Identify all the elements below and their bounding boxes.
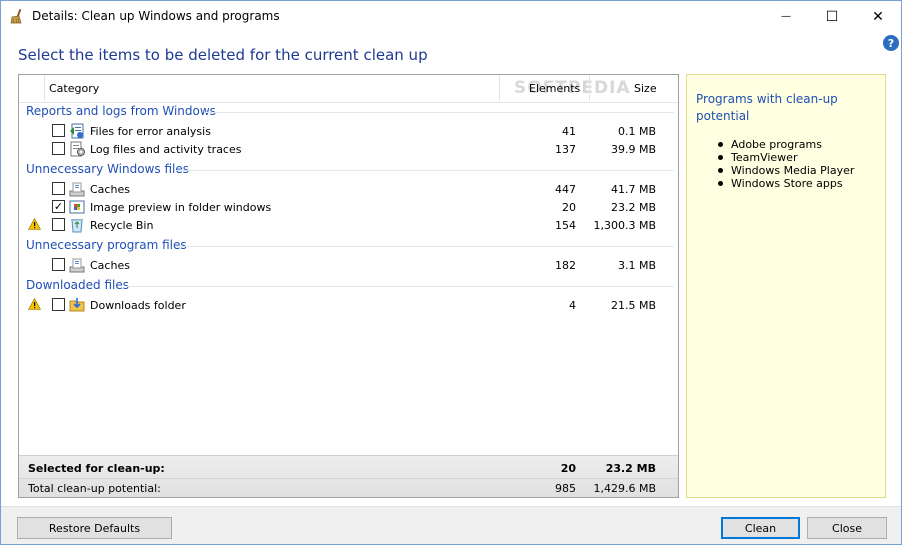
- error-report-icon: [70, 123, 84, 139]
- list-item[interactable]: Caches 447 41.7 MB: [19, 180, 678, 198]
- clean-button[interactable]: Clean: [721, 517, 800, 539]
- list-item[interactable]: Recycle Bin 154 1,300.3 MB: [19, 216, 678, 234]
- total-elements: 985: [555, 482, 576, 495]
- item-label: Image preview in folder windows: [90, 201, 272, 214]
- item-size: 3.1 MB: [617, 259, 656, 272]
- column-divider[interactable]: [499, 75, 500, 101]
- item-size: 39.9 MB: [610, 143, 656, 156]
- item-checkbox[interactable]: [52, 142, 65, 155]
- list-item: TeamViewer: [717, 151, 854, 164]
- broom-icon: [10, 8, 22, 24]
- list-header: Category SOFTPEDIA Elements Size: [19, 75, 678, 103]
- list-item[interactable]: Downloads folder 4 21.5 MB: [19, 296, 678, 314]
- cache-icon: [69, 258, 85, 273]
- close-window-button[interactable]: ✕: [855, 1, 901, 32]
- selected-summary-row: Selected for clean-up: 20 23.2 MB: [19, 459, 678, 478]
- item-elements: 137: [555, 143, 576, 156]
- title-bar[interactable]: Details: Clean up Windows and programs —…: [1, 1, 901, 32]
- warning-icon: [28, 298, 41, 310]
- list-item[interactable]: Log files and activity traces 137 39.9 M…: [19, 140, 678, 158]
- item-label: Caches: [90, 183, 130, 196]
- item-size: 0.1 MB: [617, 125, 656, 138]
- column-header-size[interactable]: Size: [634, 82, 657, 95]
- item-checkbox[interactable]: [52, 298, 65, 311]
- group-divider: [204, 112, 674, 113]
- item-elements: 154: [555, 219, 576, 232]
- list-item[interactable]: Caches 182 3.1 MB: [19, 256, 678, 274]
- list-item: Windows Media Player: [717, 164, 855, 177]
- group-label: Downloaded files: [26, 278, 129, 292]
- minimize-button[interactable]: —: [763, 1, 809, 32]
- item-checkbox[interactable]: [52, 218, 65, 231]
- item-checkbox[interactable]: ✓: [52, 200, 65, 213]
- item-checkbox[interactable]: [52, 124, 65, 137]
- page-heading: Select the items to be deleted for the c…: [18, 46, 428, 64]
- item-checkbox[interactable]: [52, 258, 65, 271]
- item-elements: 182: [555, 259, 576, 272]
- group-header-reports: Reports and logs from Windows: [26, 104, 674, 119]
- column-header-category[interactable]: Category: [49, 82, 99, 95]
- column-header-elements[interactable]: Elements: [529, 82, 580, 95]
- close-icon: ✕: [872, 8, 884, 25]
- group-header-program-files: Unnecessary program files: [26, 238, 674, 253]
- item-elements: 41: [562, 125, 576, 138]
- program-list: Adobe programs TeamViewer Windows Media …: [717, 138, 855, 190]
- list-item: Adobe programs: [717, 138, 854, 151]
- total-size: 1,429.6 MB: [593, 482, 656, 495]
- window-title: Details: Clean up Windows and programs: [32, 9, 280, 23]
- group-divider: [176, 170, 674, 171]
- cleanup-list: Category SOFTPEDIA Elements Size Reports…: [18, 74, 679, 498]
- group-label: Unnecessary program files: [26, 238, 187, 252]
- list-item: Windows Store apps: [717, 177, 854, 190]
- column-divider[interactable]: [589, 75, 590, 101]
- warning-icon: [28, 218, 41, 230]
- item-checkbox[interactable]: [52, 182, 65, 195]
- group-header-downloaded-files: Downloaded files: [26, 278, 674, 293]
- help-icon[interactable]: ?: [883, 35, 899, 51]
- item-size: 23.2 MB: [610, 201, 656, 214]
- group-divider: [126, 286, 674, 287]
- item-size: 41.7 MB: [610, 183, 656, 196]
- item-label: Downloads folder: [90, 299, 186, 312]
- item-size: 21.5 MB: [610, 299, 656, 312]
- item-label: Recycle Bin: [90, 219, 154, 232]
- close-button[interactable]: Close: [807, 517, 887, 539]
- group-label: Reports and logs from Windows: [26, 104, 216, 118]
- group-header-windows-files: Unnecessary Windows files: [26, 162, 674, 177]
- item-elements: 20: [562, 201, 576, 214]
- summary-panel: Selected for clean-up: 20 23.2 MB Total …: [19, 455, 678, 497]
- help-glyph: ?: [887, 36, 895, 50]
- downloads-folder-icon: [69, 298, 85, 312]
- cache-icon: [69, 182, 85, 197]
- info-panel: Programs with clean-up potential Adobe p…: [686, 74, 886, 498]
- selected-size: 23.2 MB: [605, 462, 656, 475]
- selected-label: Selected for clean-up:: [28, 462, 165, 475]
- details-window: Details: Clean up Windows and programs —…: [0, 0, 902, 545]
- footer-bar: Restore Defaults Clean Close: [1, 506, 901, 544]
- selected-elements: 20: [560, 462, 576, 475]
- minimize-icon: —: [781, 11, 791, 22]
- log-file-icon: [70, 141, 85, 157]
- total-summary-row: Total clean-up potential: 985 1,429.6 MB: [19, 478, 678, 497]
- check-mark-icon: ✓: [53, 200, 64, 213]
- restore-defaults-button[interactable]: Restore Defaults: [17, 517, 172, 539]
- item-label: Caches: [90, 259, 130, 272]
- recycle-bin-icon: [71, 219, 83, 233]
- item-size: 1,300.3 MB: [593, 219, 656, 232]
- info-title: Programs with clean-up potential: [696, 92, 838, 123]
- group-divider: [176, 246, 674, 247]
- item-elements: 447: [555, 183, 576, 196]
- maximize-icon: ☐: [825, 8, 839, 25]
- image-preview-icon: [69, 200, 85, 214]
- list-item[interactable]: Files for error analysis 41 0.1 MB: [19, 122, 678, 140]
- list-item[interactable]: ✓ Image preview in folder windows 20 23.…: [19, 198, 678, 216]
- maximize-button[interactable]: ☐: [809, 1, 855, 32]
- column-divider[interactable]: [44, 75, 45, 101]
- item-elements: 4: [569, 299, 576, 312]
- group-label: Unnecessary Windows files: [26, 162, 189, 176]
- item-label: Files for error analysis: [90, 125, 211, 138]
- item-label: Log files and activity traces: [90, 143, 242, 156]
- total-label: Total clean-up potential:: [28, 482, 161, 495]
